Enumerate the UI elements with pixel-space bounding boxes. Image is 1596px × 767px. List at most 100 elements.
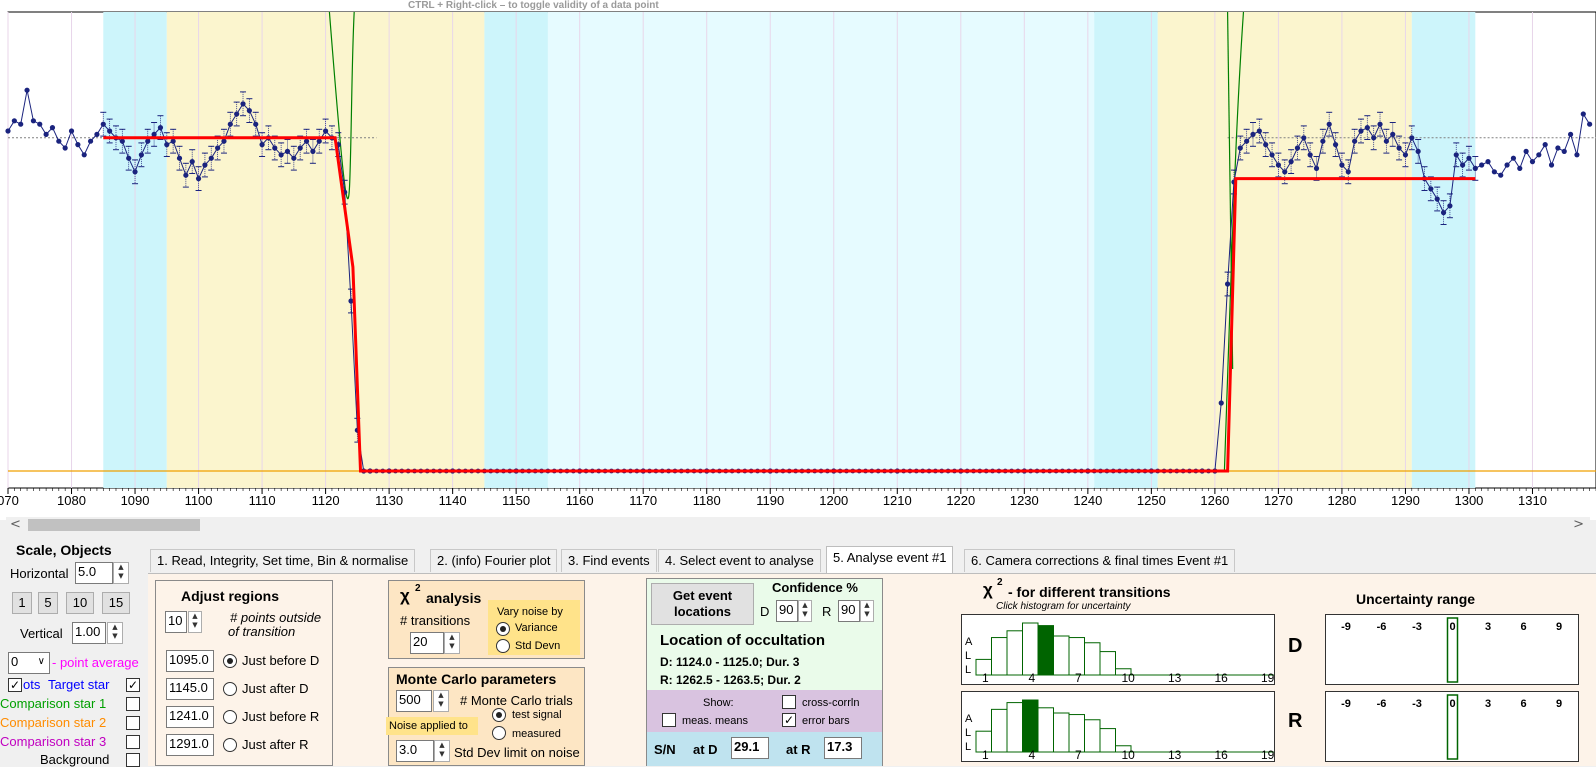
variance-radio[interactable] xyxy=(496,622,510,636)
error-bars-checkbox[interactable]: ✓ xyxy=(782,713,796,727)
error-bars-label: error bars xyxy=(802,715,850,727)
data-point xyxy=(1345,169,1351,175)
confidence-d-input[interactable]: 90 xyxy=(776,600,798,622)
points-outside-spinner[interactable]: ▲ ▼ xyxy=(188,611,202,633)
histogram-d-chart[interactable]: ALL1 4 7 10 13 16 19 xyxy=(962,615,1286,685)
meas-means-checkbox[interactable] xyxy=(662,713,676,727)
just-before-r-radio[interactable] xyxy=(223,710,237,724)
monte-carlo-trials-spinner[interactable]: ▲ ▼ xyxy=(433,690,449,712)
scale-button-1[interactable]: 1 xyxy=(12,592,32,614)
scale-button-5[interactable]: 5 xyxy=(38,592,58,614)
data-point xyxy=(1434,196,1440,202)
region-band-6 xyxy=(1411,12,1476,488)
data-point xyxy=(119,138,125,144)
just-after-r-radio[interactable] xyxy=(223,738,237,752)
data-point xyxy=(1250,131,1256,137)
data-point xyxy=(1587,121,1593,127)
horizontal-spinner[interactable]: ▲ ▼ xyxy=(113,562,129,584)
x-tick-label: 070 xyxy=(0,493,19,508)
confidence-d-spinner[interactable]: ▲ ▼ xyxy=(798,600,812,622)
data-point xyxy=(259,142,265,148)
vertical-scale-input[interactable]: 1.00 xyxy=(72,622,106,644)
scale-button-15[interactable]: 15 xyxy=(102,592,130,614)
light-curve-chart[interactable]: 070 1080 1090 1100 1110 1120 1130 1140 1150 1160 1… xyxy=(0,0,1596,520)
scroll-right-icon[interactable]: > xyxy=(1573,517,1584,532)
target-star-checkbox[interactable]: ✓ xyxy=(126,678,140,692)
region-band-3 xyxy=(547,12,1095,488)
tab-fourier[interactable]: 2. (info) Fourier plot xyxy=(430,549,558,572)
get-event-locations-button[interactable]: Get event locations xyxy=(651,583,754,625)
light-curve-plot[interactable]: 070 1080 1090 1100 1110 1120 1130 1140 1150 1160 1… xyxy=(0,0,1596,520)
data-point xyxy=(164,142,170,148)
comparison-star-3-checkbox[interactable] xyxy=(126,735,140,749)
point-average-select[interactable]: 0 ∨ xyxy=(8,652,50,674)
transitions-input[interactable]: 20 xyxy=(410,632,444,654)
transitions-spinner[interactable]: ▲ ▼ xyxy=(444,632,460,654)
confidence-r-spinner[interactable]: ▲ ▼ xyxy=(860,600,874,622)
data-point xyxy=(1390,131,1396,137)
data-point xyxy=(75,142,81,148)
tab-find-events[interactable]: 3. Find events xyxy=(561,549,657,572)
comparison-star-2-checkbox[interactable] xyxy=(126,716,140,730)
data-point xyxy=(68,128,75,134)
data-point xyxy=(1396,145,1402,151)
just-before-d-radio[interactable] xyxy=(223,654,237,668)
just-after-r-label: Just after R xyxy=(242,737,309,752)
tab-select-event[interactable]: 4. Select event to analyse xyxy=(658,549,821,572)
uncert-d-tick-label: -6 xyxy=(1377,621,1387,633)
data-point xyxy=(107,128,113,134)
data-point xyxy=(1307,152,1313,158)
hist-d-bar xyxy=(1084,642,1101,676)
horizontal-scale-input[interactable]: 5.0 xyxy=(75,562,113,584)
hist-r-x-label: 4 xyxy=(1029,748,1036,761)
monte-carlo-trials-input[interactable]: 500 xyxy=(396,690,432,712)
tab-camera-corrections[interactable]: 6. Camera corrections & final times Even… xyxy=(964,549,1236,572)
scroll-left-icon[interactable]: < xyxy=(10,517,21,532)
confidence-r-input[interactable]: 90 xyxy=(838,600,860,622)
tab-read-integrity[interactable]: 1. Read, Integrity, Set time, Bin & norm… xyxy=(150,549,416,572)
data-point xyxy=(1288,159,1294,165)
x-tick-label: 1180 xyxy=(693,493,721,508)
std-dev-limit-spinner[interactable]: ▲ ▼ xyxy=(434,740,450,762)
scroll-thumb[interactable] xyxy=(28,519,200,531)
chi-symbol: χ xyxy=(400,586,410,605)
data-point xyxy=(1466,155,1472,161)
comparison-star-1-checkbox[interactable] xyxy=(126,697,140,711)
test-signal-radio[interactable] xyxy=(492,708,506,722)
data-point xyxy=(1263,142,1269,148)
data-point xyxy=(291,155,297,161)
data-point xyxy=(234,111,240,117)
tab-analyse-event[interactable]: 5. Analyse event #1 xyxy=(826,546,954,573)
histogram-r-chart[interactable]: ALL1 4 7 10 13 16 19 xyxy=(962,692,1286,762)
data-point xyxy=(1536,152,1542,158)
std-devn-radio[interactable] xyxy=(496,639,510,653)
cross-corrln-checkbox[interactable] xyxy=(782,695,796,709)
scale-button-10[interactable]: 10 xyxy=(66,592,94,614)
background-checkbox[interactable] xyxy=(126,753,140,767)
histogram-r[interactable]: A L L 1 4 7 10 13 16 19 xyxy=(961,691,1286,762)
region-just-before-d-value[interactable]: 1095.0 xyxy=(166,650,214,672)
histogram-d[interactable]: A L L 1 4 7 10 13 16 19 xyxy=(961,614,1286,685)
measured-radio[interactable] xyxy=(492,726,506,740)
region-just-after-r-value[interactable]: 1291.0 xyxy=(166,734,214,756)
horizontal-scrollbar[interactable]: < > xyxy=(6,517,1590,534)
data-point xyxy=(151,131,157,137)
hist-d-x-label: 16 xyxy=(1215,671,1229,684)
uncert-d-tick-label: 6 xyxy=(1520,621,1526,633)
vertical-spinner[interactable]: ▲ ▼ xyxy=(107,622,123,644)
data-point xyxy=(126,155,132,161)
std-dev-limit-input[interactable]: 3.0 xyxy=(396,740,434,762)
hist-chi-superscript: 2 xyxy=(997,577,1003,588)
show-label: Show: xyxy=(703,697,734,709)
x-tick-label: 1090 xyxy=(121,493,150,508)
region-just-after-d-value[interactable]: 1145.0 xyxy=(166,678,214,700)
x-tick-label: 1200 xyxy=(819,493,848,508)
points-outside-input[interactable]: 10 xyxy=(165,611,187,633)
transitions-label: # transitions xyxy=(400,613,471,628)
get-event-label-2: locations xyxy=(673,604,732,619)
data-point xyxy=(253,121,259,127)
points-checkbox[interactable]: ✓ xyxy=(8,678,22,692)
just-after-d-radio[interactable] xyxy=(223,682,237,696)
region-just-before-r-value[interactable]: 1241.0 xyxy=(166,706,214,728)
data-point xyxy=(1447,203,1453,209)
